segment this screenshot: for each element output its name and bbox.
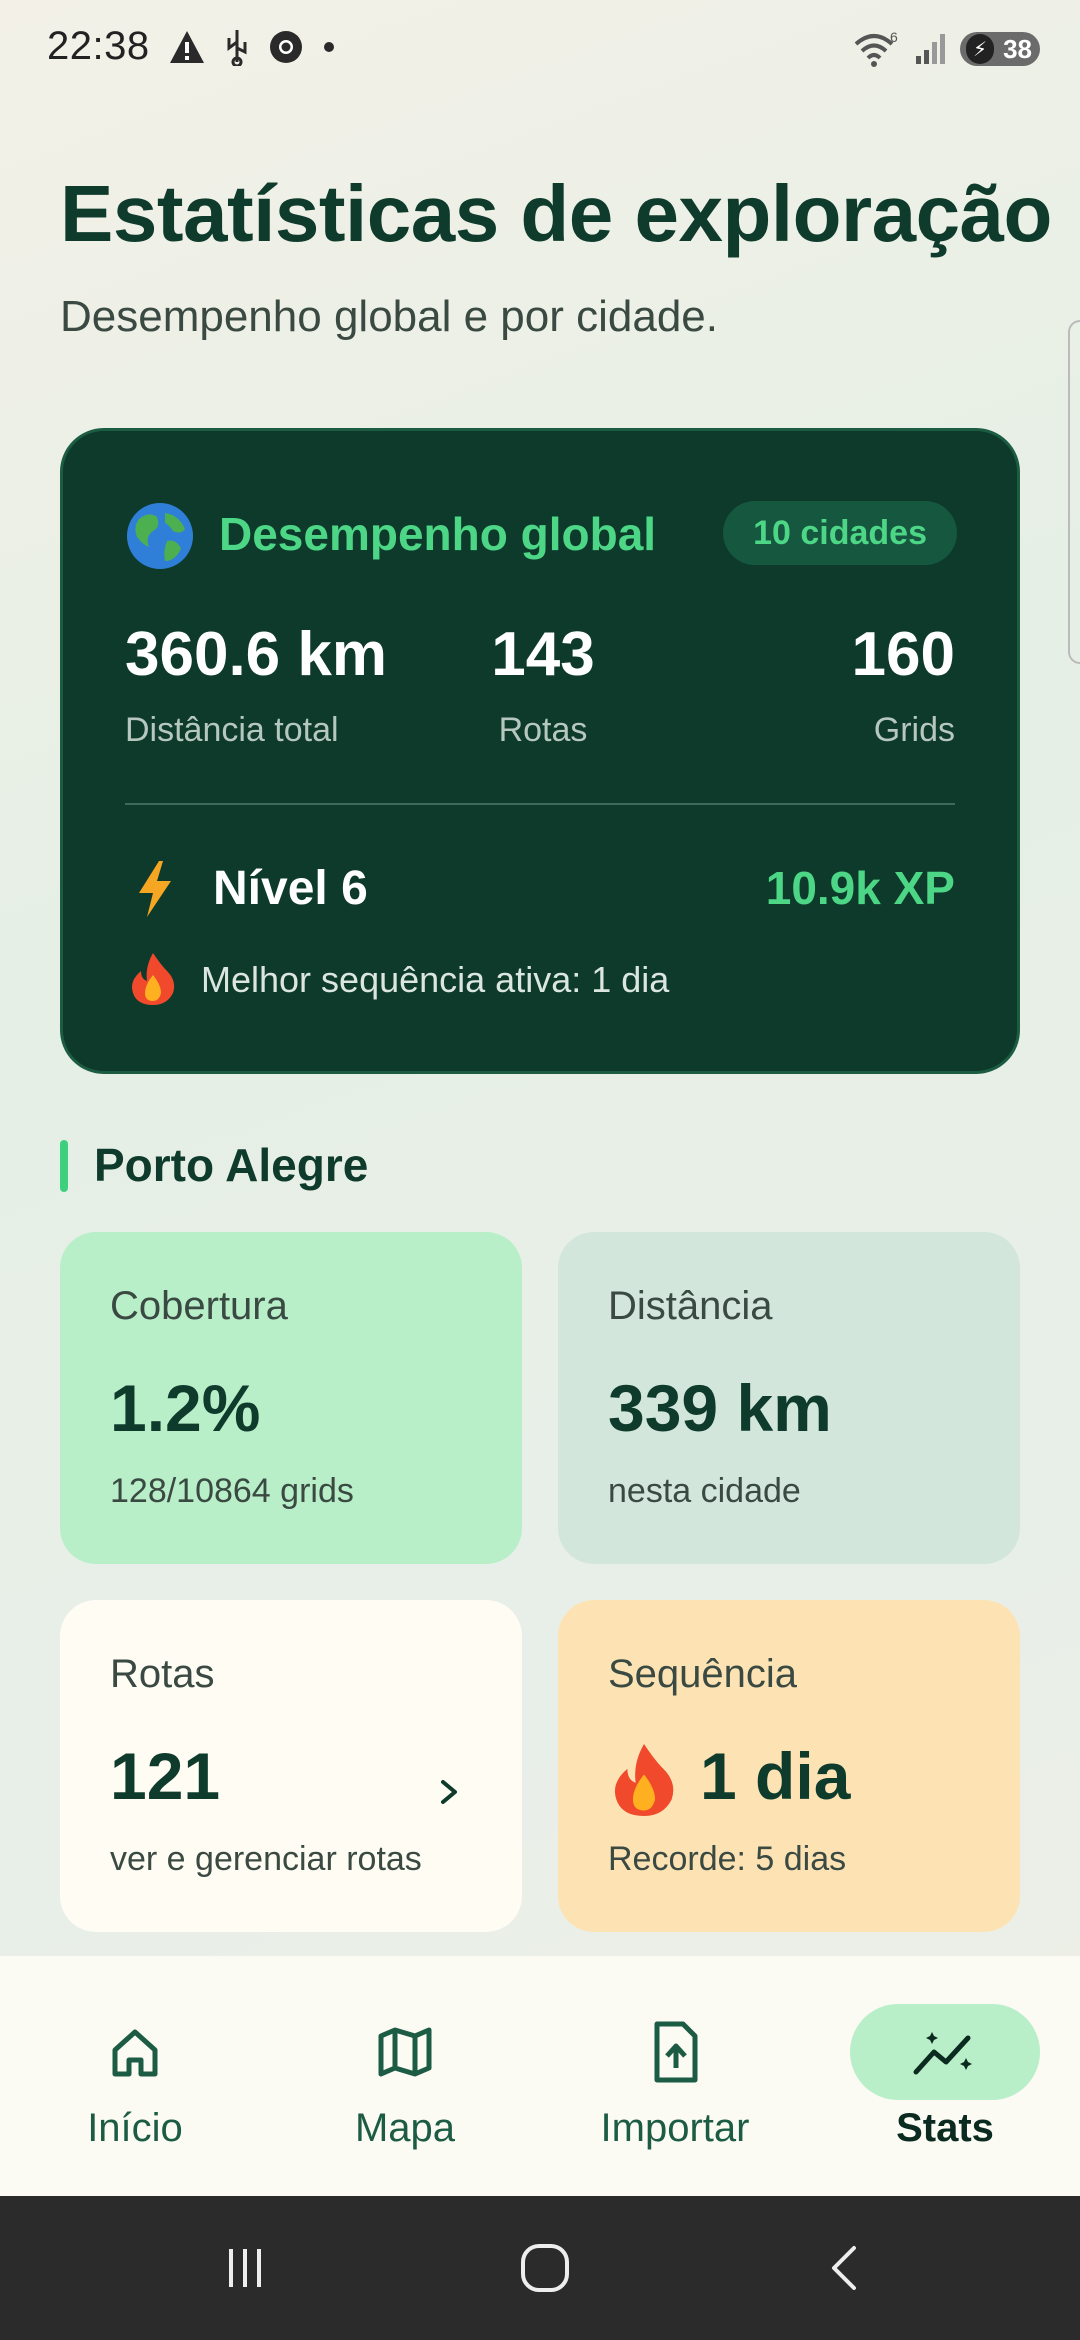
total-distance-value: 360.6 km bbox=[125, 620, 387, 689]
system-navigation-bar bbox=[0, 2196, 1080, 2340]
nav-label-importar: Importar bbox=[600, 2106, 750, 2150]
nav-label-inicio: Início bbox=[87, 2106, 183, 2150]
section-accent-bar bbox=[60, 1140, 68, 1192]
distance-tile: Distância 339 km nesta cidade bbox=[558, 1232, 1020, 1564]
system-icons: 6 ⚡ 38 bbox=[852, 30, 1040, 68]
lightning-icon bbox=[139, 861, 171, 917]
globe-icon bbox=[127, 503, 193, 569]
nav-item-importar[interactable]: Importar bbox=[540, 1956, 810, 2196]
grids-count-value: 160 bbox=[851, 620, 955, 689]
nav-label-stats: Stats bbox=[896, 2106, 994, 2150]
chrome-icon bbox=[270, 31, 302, 63]
notification-icons bbox=[168, 28, 336, 66]
best-streak-text: Melhor sequência ativa: 1 dia bbox=[201, 959, 670, 1000]
routes-subtext: ver e gerenciar rotas bbox=[110, 1840, 422, 1878]
page-title: Estatísticas de exploração bbox=[60, 169, 1052, 258]
recent-apps-button[interactable] bbox=[200, 2226, 290, 2310]
usb-icon bbox=[227, 30, 247, 66]
warning-icon bbox=[170, 31, 204, 63]
home-icon bbox=[40, 2004, 230, 2100]
global-performance-card: Desempenho global 10 cidades 360.6 km Di… bbox=[60, 428, 1020, 1074]
coverage-subtext: 128/10864 grids bbox=[110, 1472, 354, 1510]
city-section-title: Porto Alegre bbox=[94, 1139, 369, 1191]
nav-label-mapa: Mapa bbox=[354, 2106, 456, 2150]
routes-tile[interactable]: Rotas 121 ver e gerenciar rotas bbox=[60, 1600, 522, 1932]
recent-apps-icon bbox=[229, 2249, 261, 2287]
nav-item-inicio[interactable]: Início bbox=[0, 1956, 270, 2196]
charging-icon: ⚡ bbox=[966, 34, 994, 64]
fire-icon bbox=[132, 953, 175, 1005]
routes-label: Rotas bbox=[110, 1652, 215, 1696]
home-button[interactable] bbox=[500, 2226, 590, 2310]
dot-icon bbox=[324, 42, 334, 52]
total-distance-label: Distância total bbox=[125, 711, 339, 749]
streak-value: 1 dia bbox=[700, 1739, 851, 1813]
status-time: 22:38 bbox=[47, 24, 150, 68]
stats-icon bbox=[850, 2004, 1040, 2100]
home-circle-icon bbox=[521, 2244, 569, 2292]
routes-value: 121 bbox=[110, 1739, 221, 1813]
fire-icon bbox=[614, 1744, 674, 1816]
streak-tile: Sequência 1 dia Recorde: 5 dias bbox=[558, 1600, 1020, 1932]
routes-count-value: 143 bbox=[491, 620, 595, 689]
nav-item-mapa[interactable]: Mapa bbox=[270, 1956, 540, 2196]
signal-icon bbox=[916, 34, 945, 64]
level-text: Nível 6 bbox=[213, 862, 368, 915]
battery-level: 38 bbox=[1003, 33, 1032, 64]
battery-indicator: ⚡ 38 bbox=[960, 32, 1040, 66]
file-upload-icon bbox=[580, 2004, 770, 2100]
page-subtitle: Desempenho global e por cidade. bbox=[60, 292, 719, 341]
map-icon bbox=[310, 2004, 500, 2100]
coverage-value: 1.2% bbox=[110, 1371, 261, 1445]
back-icon bbox=[832, 2246, 856, 2290]
edge-panel-handle[interactable] bbox=[1068, 320, 1080, 664]
bottom-navigation: Início Mapa Importar Stats bbox=[0, 1956, 1080, 2196]
xp-text: 10.9k XP bbox=[765, 862, 955, 914]
distance-label: Distância bbox=[608, 1284, 773, 1328]
streak-label: Sequência bbox=[608, 1652, 798, 1696]
chevron-right-icon bbox=[441, 1780, 457, 1804]
nav-item-stats[interactable]: Stats bbox=[810, 1956, 1080, 2196]
grids-count-label: Grids bbox=[873, 711, 955, 749]
cities-count-badge: 10 cidades bbox=[723, 501, 957, 565]
coverage-tile: Cobertura 1.2% 128/10864 grids bbox=[60, 1232, 522, 1564]
back-button[interactable] bbox=[800, 2226, 890, 2310]
status-bar: 22:38 6 ⚡ 38 bbox=[0, 0, 1080, 100]
routes-count-label: Rotas bbox=[498, 711, 588, 749]
streak-record: Recorde: 5 dias bbox=[608, 1840, 847, 1878]
card-divider bbox=[125, 803, 955, 805]
global-card-title: Desempenho global bbox=[219, 508, 657, 560]
wifi-icon: 6 bbox=[854, 30, 898, 67]
distance-value: 339 km bbox=[608, 1371, 832, 1445]
svg-text:6: 6 bbox=[890, 30, 898, 45]
distance-subtext: nesta cidade bbox=[608, 1472, 801, 1510]
coverage-label: Cobertura bbox=[110, 1284, 288, 1328]
